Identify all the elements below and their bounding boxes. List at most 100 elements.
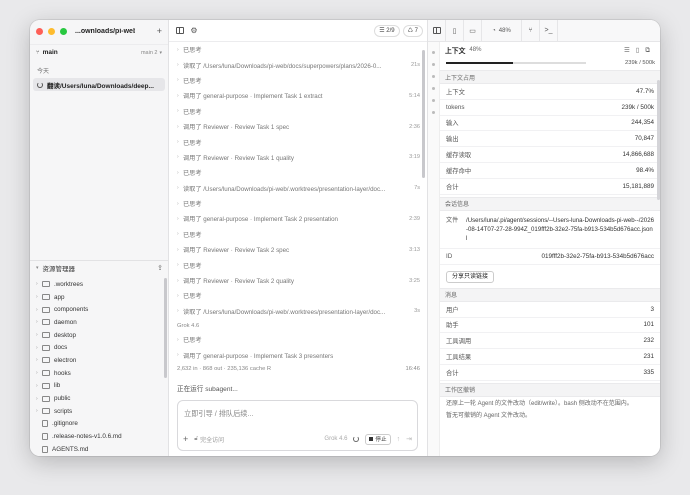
minimize-window-button[interactable]: [48, 27, 55, 35]
tree-item[interactable]: › lib: [30, 380, 169, 393]
gear-icon[interactable]: ⚙: [187, 24, 201, 38]
tree-item[interactable]: › electron: [30, 354, 169, 367]
activity-time: 3:25: [409, 277, 420, 284]
app-window: ...ownloads/pi-web + ⑂ main main 2 ▾ 今天 …: [30, 20, 660, 456]
folder-icon: [42, 306, 50, 313]
message-stat-row: 工具结果 231: [440, 349, 660, 365]
tree-item-label: public: [54, 395, 71, 403]
usage-value: 14,866,688: [622, 151, 654, 159]
activity-item[interactable]: › 读取了 /Users/luna/Downloads/pi-web/docs/s…: [169, 57, 427, 72]
activity-item[interactable]: › 调用了 Reviewer · Review Task 1 spec 2:36: [169, 119, 427, 134]
session-item[interactable]: 翻读/Users/luna/Downloads/deep...: [33, 78, 165, 91]
message-stat-value: 101: [643, 321, 654, 329]
upload-icon[interactable]: ⇪: [157, 264, 163, 272]
activity-text: 读取了 /Users/luna/Downloads/pi-web/docs/su…: [183, 62, 382, 70]
activity-text: 调用了 Reviewer · Review Task 1 quality: [183, 154, 294, 162]
tree-item[interactable]: › hooks: [30, 367, 169, 380]
tree-item[interactable]: › scripts: [30, 405, 169, 418]
new-session-button[interactable]: +: [157, 26, 162, 36]
message-stat-value: 335: [643, 368, 654, 376]
branch-selector[interactable]: ⑂ main main 2 ▾: [30, 44, 168, 60]
loading-spinner-icon: [353, 436, 360, 442]
queue-icon[interactable]: ⇥: [406, 435, 412, 443]
activity-item[interactable]: › 已思考: [169, 227, 427, 242]
activity-text: 已思考: [183, 139, 202, 147]
tree-item[interactable]: › daemon: [30, 316, 169, 329]
message-stat-row: 用户 3: [440, 302, 660, 318]
activity-text: 已思考: [183, 77, 202, 85]
tree-item[interactable]: › components: [30, 303, 169, 316]
session-section-title: 会话信息: [440, 196, 660, 211]
tree-item[interactable]: AGENTS.md: [30, 443, 169, 456]
activity-text: 已思考: [183, 293, 202, 301]
chat-scrollbar[interactable]: [422, 50, 425, 178]
activity-item[interactable]: › 调用了 general-purpose · Implement Task 2 …: [169, 211, 427, 226]
undo-note: 还原上一轮 Agent 的文件改动（edit/write）。bash 侧改动不在…: [446, 400, 633, 407]
activity-item[interactable]: › 已思考: [169, 196, 427, 211]
activity-item[interactable]: › 已思考: [169, 73, 427, 88]
activity-time: 3s: [414, 308, 420, 315]
tree-item[interactable]: .gitignore: [30, 418, 169, 431]
titlebar: ...ownloads/pi-web +: [30, 20, 168, 42]
access-mode[interactable]: 完全访问: [200, 435, 224, 444]
tree-item[interactable]: › public: [30, 392, 169, 405]
usage-value: 239k / 500k: [621, 103, 654, 111]
activity-item[interactable]: › 调用了 Reviewer · Review Task 2 spec 3:13: [169, 242, 427, 257]
folder-icon[interactable]: ▭: [464, 20, 482, 42]
sidebar-toggle-icon[interactable]: [173, 24, 187, 38]
activity-item[interactable]: › 读取了 /Users/luna/Downloads/pi-web/.workt…: [169, 304, 427, 319]
send-icon[interactable]: ↑: [397, 436, 401, 443]
tree-item[interactable]: › app: [30, 291, 169, 304]
composer-input[interactable]: [184, 409, 404, 418]
usage-value: 98.4%: [636, 166, 654, 174]
message-stat-value: 232: [643, 337, 654, 345]
activity-item[interactable]: › 已思考: [169, 42, 427, 57]
file-tree-scrollbar[interactable]: [164, 278, 167, 378]
activity-item[interactable]: › 已思考: [169, 165, 427, 180]
activity-item[interactable]: › 调用了 general-purpose · Implement Task 1 …: [169, 88, 427, 103]
activity-item[interactable]: › 调用了 general-purpose · Implement Task 3 …: [169, 347, 427, 362]
message-stat-label: 合计: [446, 369, 459, 377]
share-readonly-button[interactable]: 分享只读链接: [446, 270, 495, 283]
zoom-window-button[interactable]: [60, 27, 67, 35]
tree-item-label: AGENTS.md: [52, 445, 89, 453]
tab-context[interactable]: ◔ 48%: [482, 20, 522, 42]
composer: + 🔓︎ 完全访问 Grok 4.6 停止 ↑ ⇥: [177, 400, 418, 451]
attach-button[interactable]: +: [183, 434, 188, 444]
activity-item[interactable]: › 已思考: [169, 332, 427, 347]
session-id-label: ID: [446, 252, 453, 260]
stop-button[interactable]: 停止: [365, 433, 391, 445]
activity-text: 调用了 general-purpose · Implement Task 1 e…: [183, 93, 323, 101]
activity-text: 已思考: [183, 201, 202, 209]
activity-item[interactable]: › 已思考: [169, 288, 427, 303]
panel-toggle-icon[interactable]: [428, 20, 446, 42]
activity-item[interactable]: › 读取了 /Users/luna/Downloads/pi-web/.workt…: [169, 181, 427, 196]
context-actions[interactable]: ☰▯⧉: [624, 46, 656, 55]
subagent-count-badge[interactable]: ♺ 7: [402, 24, 423, 37]
activity-item[interactable]: › 已思考: [169, 134, 427, 149]
model-selector[interactable]: Grok 4.6: [324, 436, 347, 442]
token-stats: 2,632 in · 868 out · 235,136 cache R 16:…: [169, 363, 427, 376]
close-window-button[interactable]: [36, 27, 43, 35]
task-progress-badge[interactable]: ☰ 2/9: [374, 24, 400, 37]
tree-item[interactable]: › desktop: [30, 329, 169, 342]
panel-scrollbar[interactable]: [657, 80, 660, 200]
activity-item[interactable]: › 调用了 Reviewer · Review Task 2 quality 3:2…: [169, 273, 427, 288]
chevron-down-icon[interactable]: ▾: [36, 265, 39, 271]
activity-text: 调用了 Reviewer · Review Task 2 spec: [183, 247, 290, 255]
tree-item[interactable]: › .worktrees: [30, 278, 169, 291]
activity-item[interactable]: › 已思考: [169, 257, 427, 272]
branch-icon: ⑂: [36, 49, 40, 56]
activity-item[interactable]: › 调用了 Reviewer · Review Task 1 quality 3:1…: [169, 150, 427, 165]
activity-item[interactable]: › 已思考: [169, 104, 427, 119]
today-label: 今天: [37, 69, 50, 75]
file-icon[interactable]: ▯: [446, 20, 464, 42]
usage-label: 缓存读取: [446, 152, 472, 160]
tree-item-label: .worktrees: [54, 280, 84, 288]
git-icon[interactable]: ⑂: [522, 20, 540, 42]
terminal-icon[interactable]: >_: [540, 20, 558, 42]
tree-item[interactable]: .release-notes-v1.0.6.md: [30, 430, 169, 443]
usage-value: 15,181,889: [622, 182, 654, 190]
folder-icon: [42, 281, 50, 288]
tree-item[interactable]: › docs: [30, 341, 169, 354]
